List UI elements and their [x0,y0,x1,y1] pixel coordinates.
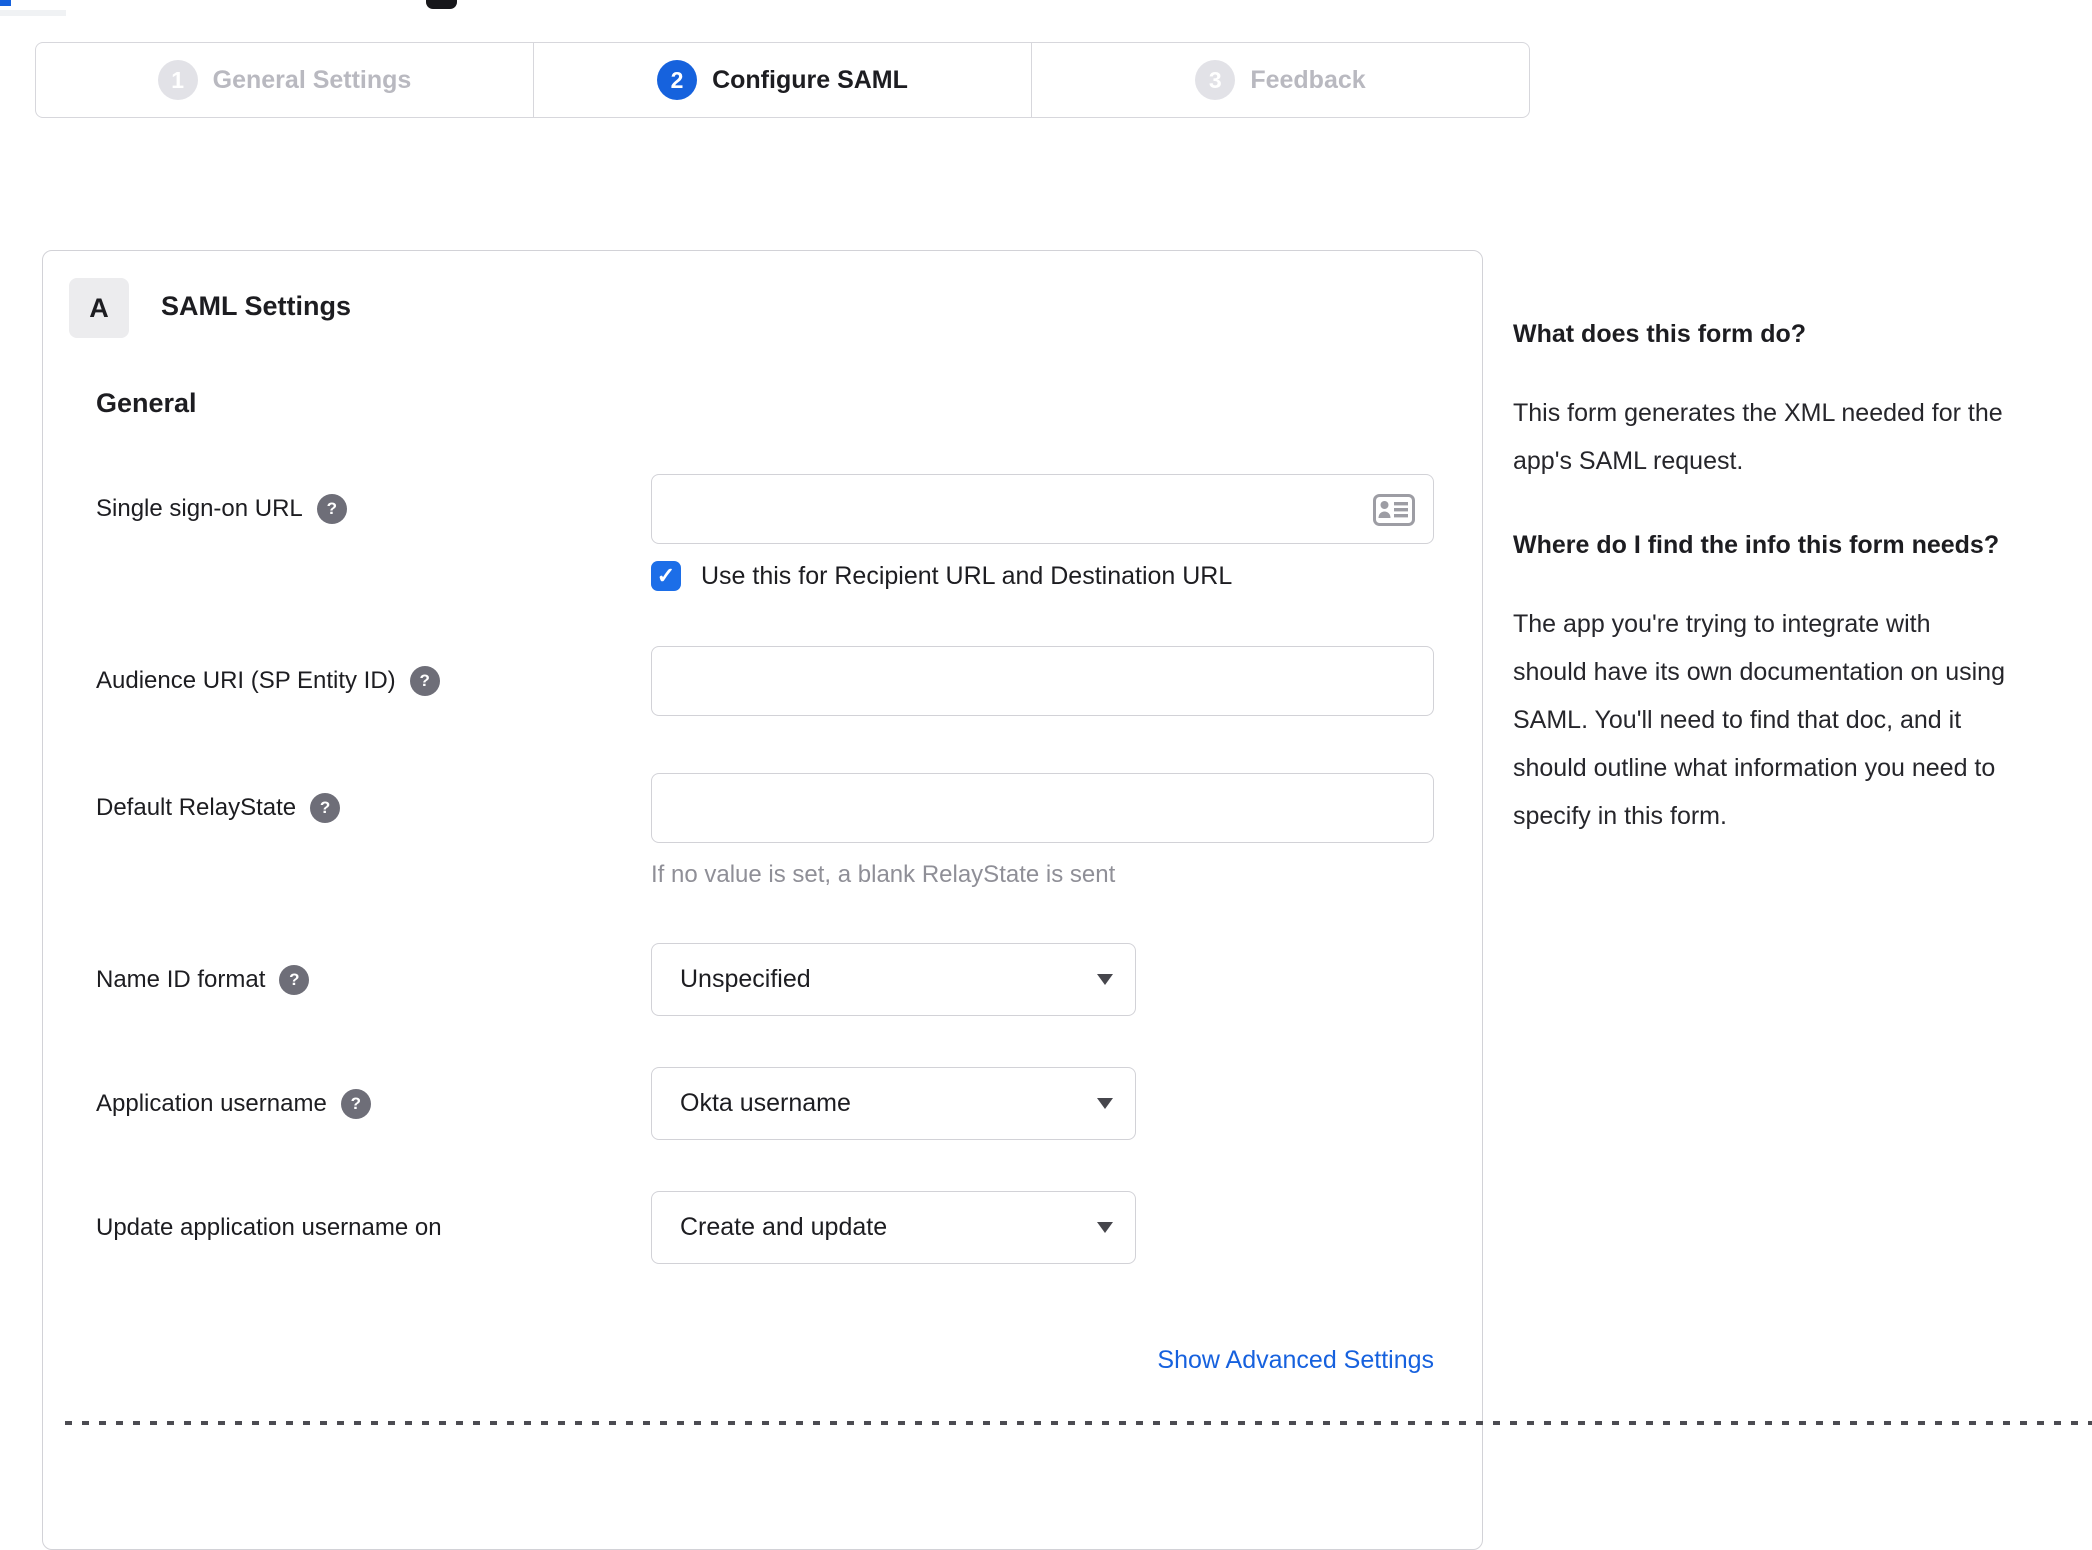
step-number-badge: 3 [1195,60,1236,100]
bottom-dotted-divider [65,1421,2092,1425]
single-sign-on-url-input[interactable] [651,474,1434,544]
row-default-relaystate: Default RelayState ? If no value is set,… [96,773,1434,889]
step-general-settings[interactable]: 1 General Settings [36,43,533,117]
checkbox-label: Use this for Recipient URL and Destinati… [701,561,1233,590]
panel-title: SAML Settings [161,291,352,321]
selected-value: Unspecified [680,965,811,993]
single-sign-on-url-field[interactable] [652,475,1433,543]
sidebar-paragraph-where: The app you're trying to integrate with … [1513,610,2005,830]
sidebar-heading-where: Where do I find the info this form needs… [1513,531,2000,559]
wizard-stepper: 1 General Settings 2 Configure SAML 3 Fe… [35,42,1530,118]
relaystate-hint: If no value is set, a blank RelayState i… [651,861,1116,888]
selected-value: Create and update [680,1213,888,1241]
recipient-url-checkbox[interactable]: ✓ [651,561,681,591]
contact-card-icon [1373,494,1415,526]
field-label: Update application username on [96,1213,442,1241]
row-single-sign-on-url: Single sign-on URL ? [96,474,1434,544]
help-icon[interactable]: ? [316,494,347,524]
chevron-down-icon [1097,1097,1113,1109]
sidebar-paragraph-what: This form generates the XML needed for t… [1513,399,2003,475]
audience-uri-field[interactable] [652,647,1433,715]
audience-uri-input[interactable] [651,646,1434,716]
row-audience-uri: Audience URI (SP Entity ID) ? [96,646,1434,716]
general-section-title: General [96,388,197,418]
cutoff-gray-fragment [0,10,66,16]
help-sidebar: What does this form do? This form genera… [1513,312,2009,878]
help-icon[interactable]: ? [409,666,440,696]
recipient-url-checkbox-row: ✓ Use this for Recipient URL and Destina… [651,561,1232,591]
default-relaystate-input[interactable] [651,773,1434,843]
step-number-badge: 1 [157,60,198,100]
application-username-select[interactable]: Okta username [651,1067,1136,1140]
field-label: Audience URI (SP Entity ID) [96,667,396,694]
row-name-id-format: Name ID format ? Unspecified [96,943,1136,1016]
show-advanced-settings-link[interactable]: Show Advanced Settings [1157,1346,1434,1375]
row-application-username: Application username ? Okta username [96,1067,1136,1140]
sidebar-heading-what: What does this form do? [1513,320,1807,348]
selected-value: Okta username [680,1089,851,1117]
cutoff-blue-fragment [0,0,11,6]
saml-settings-panel: A SAML Settings General Single sign-on U… [42,250,1483,1550]
field-label: Default RelayState [96,794,297,821]
step-configure-saml[interactable]: 2 Configure SAML [533,43,1031,117]
field-label: Single sign-on URL [96,495,303,522]
cutoff-dark-fragment [426,0,457,9]
row-update-application-username: Update application username on Create an… [96,1191,1136,1264]
chevron-down-icon [1097,973,1113,985]
section-a-badge: A [69,278,129,338]
step-label: Configure SAML [712,65,908,94]
help-icon[interactable]: ? [340,1088,371,1119]
help-icon[interactable]: ? [310,793,341,823]
step-label: General Settings [212,65,412,94]
name-id-format-select[interactable]: Unspecified [651,943,1136,1016]
update-application-username-select[interactable]: Create and update [651,1191,1136,1264]
help-icon[interactable]: ? [279,964,310,995]
field-label: Application username [96,1089,327,1117]
step-number-badge: 2 [657,60,698,100]
chevron-down-icon [1097,1221,1113,1233]
default-relaystate-field[interactable] [652,774,1433,842]
field-label: Name ID format [96,965,266,993]
step-label: Feedback [1250,65,1366,94]
step-feedback[interactable]: 3 Feedback [1031,43,1529,117]
